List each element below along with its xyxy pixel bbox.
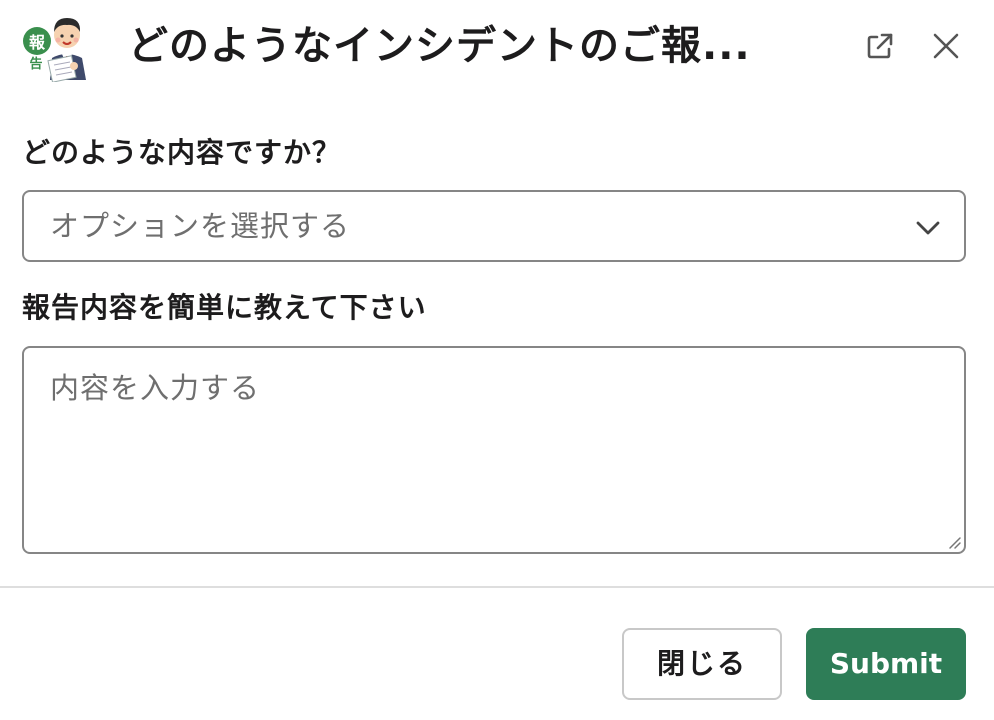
footer-divider: [0, 586, 994, 588]
badge-top-text: 報: [29, 33, 46, 52]
incident-type-label: どのような内容ですか？: [22, 136, 342, 169]
close-modal-button[interactable]: [926, 26, 966, 66]
reporter-illustration-icon: 報 告: [23, 18, 86, 83]
close-button[interactable]: 閉じる: [622, 628, 782, 700]
resize-handle-icon[interactable]: [946, 534, 962, 550]
modal-header: 報 告 どのようなインシデントのご報...: [0, 0, 994, 95]
chevron-down-icon: [916, 221, 940, 235]
report-details-textarea[interactable]: [24, 348, 964, 552]
badge-bottom-text: 告: [29, 56, 42, 72]
report-details-label: 報告内容を簡単に教えて下さい: [22, 291, 427, 324]
close-icon: [933, 33, 959, 59]
report-details-field-wrapper: [22, 346, 966, 554]
external-link-icon: [867, 33, 893, 59]
report-modal: 報 告 どのようなインシデントのご報... どのような内容ですか？ オプションを…: [0, 0, 994, 720]
open-in-new-window-button[interactable]: [860, 26, 900, 66]
submit-button[interactable]: Submit: [806, 628, 966, 700]
app-icon: 報 告: [20, 10, 94, 83]
incident-type-select[interactable]: オプションを選択する: [22, 190, 966, 262]
select-placeholder: オプションを選択する: [50, 209, 351, 243]
modal-title: どのようなインシデントのご報...: [128, 23, 751, 69]
